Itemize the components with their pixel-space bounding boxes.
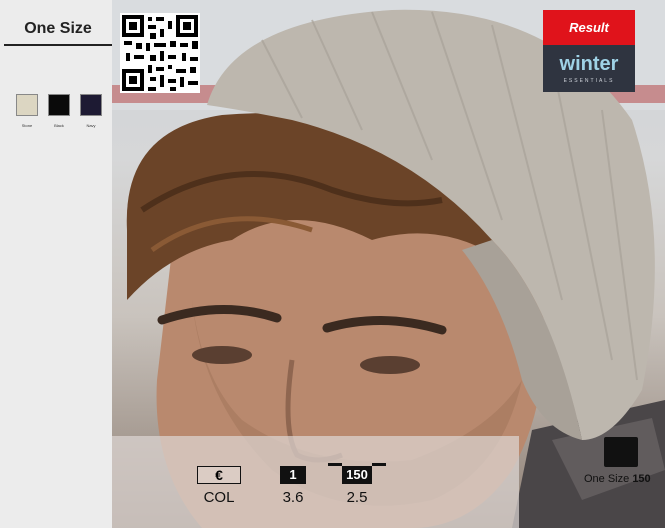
swatch-stone[interactable]: Stone	[16, 94, 38, 128]
header-divider	[328, 463, 342, 466]
currency-header: €	[197, 466, 241, 484]
swatch-black[interactable]: Black	[48, 94, 70, 128]
price-panel	[112, 436, 519, 528]
brand-logo: Result	[543, 10, 635, 45]
collection-subtitle: ESSENTIALS	[563, 78, 615, 84]
size-title: One Size	[4, 14, 112, 46]
color-swatches: Stone Black Navy	[16, 94, 102, 128]
swatch-label: Black	[54, 123, 64, 128]
qr-code[interactable]	[120, 13, 200, 93]
packaging-size: One Size	[584, 473, 630, 485]
swatch-navy[interactable]: Navy	[80, 94, 102, 128]
packaging-label: One Size 150	[584, 473, 651, 485]
carton-icon	[604, 437, 638, 467]
swatch-stone-color[interactable]	[16, 94, 38, 116]
header-divider	[372, 463, 386, 466]
packaging-info: One Size 150	[582, 437, 662, 491]
currency-value: COL	[203, 489, 235, 506]
product-sidebar: One Size Stone Black Navy	[0, 0, 112, 528]
swatch-label: Stone	[21, 123, 33, 128]
collection-name: winter	[559, 53, 619, 75]
swatch-navy-color[interactable]	[80, 94, 102, 116]
swatch-black-color[interactable]	[48, 94, 70, 116]
price-value-1: 3.6	[282, 489, 304, 506]
qty-header-150: 150	[342, 466, 372, 484]
price-value-150: 2.5	[346, 489, 368, 506]
brand-badge: Result winter ESSENTIALS	[543, 10, 635, 92]
qr-code-pattern	[120, 13, 200, 93]
packaging-qty: 150	[632, 473, 651, 485]
qty-header-1: 1	[280, 466, 306, 484]
swatch-label: Navy	[86, 123, 96, 128]
